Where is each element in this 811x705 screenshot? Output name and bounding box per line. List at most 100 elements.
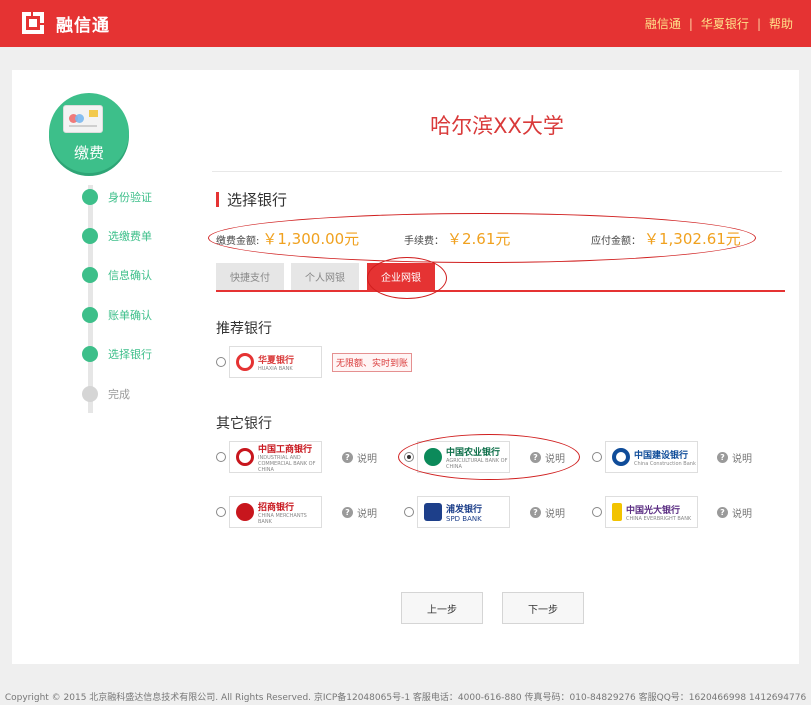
section-title: 选择银行 (216, 189, 287, 210)
bank-sub: SPD BANK (446, 514, 482, 523)
radio-cmb[interactable] (216, 507, 226, 517)
radio-icbc[interactable] (216, 452, 226, 462)
step-complete: 完成 (82, 386, 130, 402)
step-done-icon (82, 346, 98, 362)
step-label: 选缴费单 (108, 230, 152, 243)
payment-badge: 缴费 (49, 93, 129, 173)
abc-logo-icon (424, 448, 442, 466)
step-done-icon (82, 228, 98, 244)
logo-icon (22, 12, 44, 34)
section-title-text: 选择银行 (227, 191, 288, 209)
bank-sub: CHINA EVERBRIGHT BANK (626, 515, 692, 522)
fee-amount: ￥2.61元 (447, 230, 511, 248)
explain-ccb[interactable]: ? 说明 (717, 450, 752, 465)
bank-logo-spdb[interactable]: 浦发银行 SPD BANK (417, 496, 510, 528)
bank-sub: CHINA MERCHANTS BANK (258, 512, 307, 525)
radio-spdb[interactable] (404, 507, 414, 517)
bank-logo-ccb[interactable]: 中国建设银行 China Construction Bank (605, 441, 698, 473)
fee-service-charge: 手续费： ￥2.61元 (404, 228, 510, 249)
ceb-logo-icon (612, 503, 622, 521)
icbc-logo-icon (236, 448, 254, 466)
step-identity: 身份验证 (82, 189, 152, 205)
tab-personal-banking[interactable]: 个人网银 (291, 263, 359, 290)
spdb-logo-icon (424, 503, 442, 521)
explain-icbc[interactable]: ? 说明 (342, 450, 377, 465)
question-icon: ? (717, 452, 728, 463)
step-done-icon (82, 267, 98, 283)
tab-corporate-banking[interactable]: 企业网银 (367, 263, 435, 290)
radio-huaxia[interactable] (216, 357, 226, 367)
bank-name: 中国工商银行 (258, 444, 313, 455)
fee-amount: ￥1,300.00元 (262, 230, 360, 248)
step-select-bank: 选择银行 (82, 346, 152, 362)
recommended-title: 推荐银行 (216, 321, 272, 337)
step-label: 选择银行 (108, 348, 152, 361)
other-banks-title: 其它银行 (216, 416, 272, 432)
question-icon: ? (342, 452, 353, 463)
nav-divider: | (688, 16, 693, 31)
bank-card-icon (63, 105, 103, 133)
explain-spdb[interactable]: ? 说明 (530, 505, 565, 520)
bank-name: 华夏银行 (258, 355, 295, 366)
explain-abc[interactable]: ? 说明 (530, 450, 565, 465)
bank-logo-cmb[interactable]: 招商银行 CHINA MERCHANTS BANK (229, 496, 322, 528)
step-label: 身份验证 (108, 191, 152, 204)
fee-total-payable: 应付金额： ￥1,302.61元 (591, 228, 741, 249)
tab-quick-pay[interactable]: 快捷支付 (216, 263, 284, 290)
fee-label: 手续费： (404, 236, 444, 247)
radio-abc[interactable] (404, 452, 414, 462)
step-bill-confirm: 账单确认 (82, 307, 152, 323)
next-button[interactable]: 下一步 (502, 592, 584, 624)
bank-name: 中国农业银行 (446, 447, 501, 458)
bank-logo-ceb[interactable]: 中国光大银行 CHINA EVERBRIGHT BANK (605, 496, 698, 528)
nav-divider: | (756, 16, 761, 31)
footer: Copyright © 2015 北京融科盛达信息技术有限公司. All Rig… (4, 693, 807, 703)
nav-link-huaxia-bank[interactable]: 华夏银行 (701, 15, 749, 32)
step-done-icon (82, 307, 98, 323)
logo[interactable]: 融信通 (18, 8, 110, 38)
section-marker (216, 192, 219, 207)
step-select-bill: 选缴费单 (82, 228, 152, 244)
fee-label: 应付金额： (591, 236, 641, 247)
nav-link-help[interactable]: 帮助 (769, 15, 793, 32)
explain-label: 说明 (732, 509, 752, 520)
bank-logo-huaxia[interactable]: 华夏银行 HUAXIA BANK (229, 346, 322, 378)
explain-label: 说明 (357, 454, 377, 465)
step-label: 账单确认 (108, 309, 152, 322)
radio-ceb[interactable] (592, 507, 602, 517)
explain-label: 说明 (357, 509, 377, 520)
explain-label: 说明 (732, 454, 752, 465)
bank-logo-abc[interactable]: 中国农业银行 AGRICULTURAL BANK OF CHINA (417, 441, 510, 473)
bank-sub: INDUSTRIAL AND COMMERCIAL BANK OF CHINA (258, 454, 316, 473)
question-icon: ? (342, 507, 353, 518)
nav-link-rongxintong[interactable]: 融信通 (645, 15, 681, 32)
bank-name: 中国建设银行 (634, 450, 689, 461)
prev-button[interactable]: 上一步 (401, 592, 483, 624)
step-info-confirm: 信息确认 (82, 267, 152, 283)
page-title: 哈尔滨XX大学 (430, 114, 564, 138)
tab-underline (216, 290, 785, 292)
bank-name: 招商银行 (258, 502, 295, 513)
step-label: 完成 (108, 388, 130, 401)
bank-sub: China Construction Bank (634, 460, 696, 467)
app-name: 融信通 (56, 15, 110, 36)
huaxia-logo-icon (236, 353, 254, 371)
explain-label: 说明 (545, 509, 565, 520)
cmb-logo-icon (236, 503, 254, 521)
bank-sub: HUAXIA BANK (258, 365, 293, 372)
explain-ceb[interactable]: ? 说明 (717, 505, 752, 520)
bank-sub: AGRICULTURAL BANK OF CHINA (446, 457, 508, 470)
steps-track (88, 185, 93, 413)
explain-cmb[interactable]: ? 说明 (342, 505, 377, 520)
fee-payment-amount: 缴费金额: ￥1,300.00元 (216, 228, 359, 249)
fee-amount: ￥1,302.61元 (644, 230, 741, 248)
ccb-logo-icon (612, 448, 630, 466)
step-pending-icon (82, 386, 98, 402)
radio-ccb[interactable] (592, 452, 602, 462)
bank-name: 中国光大银行 (626, 505, 681, 516)
question-icon: ? (717, 507, 728, 518)
main-card: 缴费 身份验证 选缴费单 信息确认 账单确认 选择银行 完成 哈尔滨XX大学 选… (12, 70, 799, 664)
bank-logo-icbc[interactable]: 中国工商银行 INDUSTRIAL AND COMMERCIAL BANK OF… (229, 441, 322, 473)
badge-label: 缴费 (73, 144, 104, 162)
bank-name: 浦发银行 (446, 504, 483, 515)
